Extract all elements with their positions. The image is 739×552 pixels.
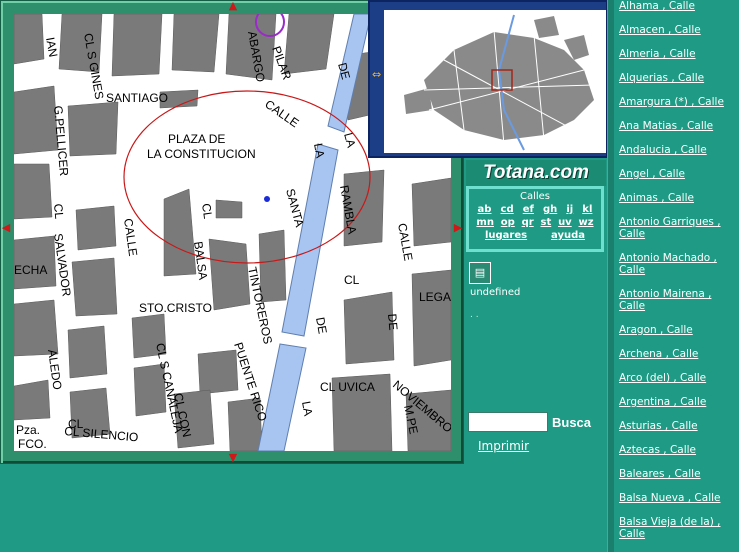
street-list-item[interactable]: Andalucia , Calle: [619, 144, 737, 156]
search-input[interactable]: [468, 412, 548, 432]
index-link-ab[interactable]: ab: [478, 204, 492, 215]
street-list-item[interactable]: Balsa Nueva , Calle: [619, 492, 737, 504]
ayuda-link[interactable]: ayuda: [551, 230, 585, 241]
overview-map-frame: ⇔: [368, 0, 608, 158]
index-link-kl[interactable]: kl: [582, 204, 592, 215]
label-cl-mid: CL: [199, 202, 215, 219]
index-link-mn[interactable]: mn: [476, 217, 494, 228]
label-santiago: SANTIAGO: [106, 91, 168, 105]
street-list-item[interactable]: Angel , Calle: [619, 168, 737, 180]
label-fco: FCO.: [18, 437, 47, 451]
search-button[interactable]: Busca: [552, 415, 591, 430]
index-link-wz[interactable]: wz: [579, 217, 594, 228]
overview-street-map[interactable]: [384, 10, 606, 153]
street-list-item[interactable]: Antonio Mairena , Calle: [619, 288, 737, 312]
overview-map[interactable]: [384, 10, 606, 153]
status-text: undefined: [470, 287, 521, 298]
label-sto-cristo: STO.CRISTO: [139, 301, 212, 315]
street-index-title: Calles: [519, 191, 551, 202]
label-plaza-1: PLAZA DE: [168, 132, 225, 146]
street-list-item[interactable]: Almeria , Calle: [619, 48, 737, 60]
label-lega: LEGA: [419, 290, 451, 304]
pan-up-arrow-icon[interactable]: ▲: [226, 0, 240, 13]
label-plaza-2: LA CONSTITUCION: [147, 147, 256, 161]
panel-divider: [607, 0, 614, 552]
label-la-bottom: LA: [299, 400, 315, 417]
label-cl-right: CL: [344, 273, 360, 287]
label-de-mid: DE: [313, 316, 330, 335]
index-link-cd[interactable]: cd: [501, 204, 514, 215]
index-link-op[interactable]: op: [501, 217, 515, 228]
index-link-ij[interactable]: ij: [566, 204, 573, 215]
street-list-item[interactable]: Almacen , Calle: [619, 24, 737, 36]
index-row-3: lugares ayuda: [469, 230, 601, 241]
label-cl-uvica: CL UVICA: [320, 380, 375, 394]
dots-text: . .: [470, 310, 479, 320]
street-index-panel: Calles ab cd ef gh ij kl mn op qr st uv …: [466, 186, 604, 252]
label-de-right: DE: [385, 313, 400, 331]
street-list-item[interactable]: Asturias , Calle: [619, 420, 737, 432]
street-list-item[interactable]: Alquerias , Calle: [619, 72, 737, 84]
street-list-item[interactable]: Balsa Vieja (de la) , Calle: [619, 516, 737, 540]
site-logo[interactable]: Totana.com: [466, 160, 606, 186]
print-link[interactable]: Imprimir: [478, 439, 529, 453]
street-list-item[interactable]: Ana Matias , Calle: [619, 120, 737, 132]
street-list-item[interactable]: Archena , Calle: [619, 348, 737, 360]
label-echa: ECHA: [14, 263, 47, 277]
street-list-item[interactable]: Antonio Garriques , Calle: [619, 216, 737, 240]
street-list-item[interactable]: Animas , Calle: [619, 192, 737, 204]
index-row-2: mn op qr st uv wz: [469, 217, 601, 228]
label-pza: Pza.: [16, 423, 40, 437]
pan-left-arrow-icon[interactable]: ◀: [0, 221, 13, 235]
lugares-link[interactable]: lugares: [485, 230, 527, 241]
location-marker: [264, 196, 270, 202]
index-link-ef[interactable]: ef: [523, 204, 534, 215]
label-cl-bottom-left: CL: [68, 417, 84, 431]
index-link-qr[interactable]: qr: [522, 217, 534, 228]
pan-right-arrow-icon[interactable]: ▶: [451, 221, 465, 235]
index-row-1: ab cd ef gh ij kl: [469, 204, 601, 215]
legend-icon[interactable]: ▤: [469, 262, 491, 284]
overview-toggle-icon[interactable]: ⇔: [372, 68, 381, 81]
street-list-item[interactable]: Aragon , Calle: [619, 324, 737, 336]
street-list-item[interactable]: Arco (del) , Calle: [619, 372, 737, 384]
index-link-gh[interactable]: gh: [543, 204, 557, 215]
index-link-st[interactable]: st: [541, 217, 552, 228]
label-cl-left: CL: [51, 203, 66, 220]
street-list-item[interactable]: Baleares , Calle: [619, 468, 737, 480]
street-list-item[interactable]: Alhama , Calle: [619, 0, 737, 12]
street-list-item[interactable]: Aztecas , Calle: [619, 444, 737, 456]
pan-down-arrow-icon[interactable]: ▼: [226, 451, 240, 465]
street-list: Alhama , Calle Almacen , Calle Almeria , C…: [619, 0, 737, 552]
index-link-uv[interactable]: uv: [558, 217, 572, 228]
street-list-item[interactable]: Argentina , Calle: [619, 396, 737, 408]
label-la-mid: LA: [311, 142, 327, 159]
street-list-item[interactable]: Antonio Machado , Calle: [619, 252, 737, 276]
street-list-item[interactable]: Amargura (*) , Calle: [619, 96, 737, 108]
